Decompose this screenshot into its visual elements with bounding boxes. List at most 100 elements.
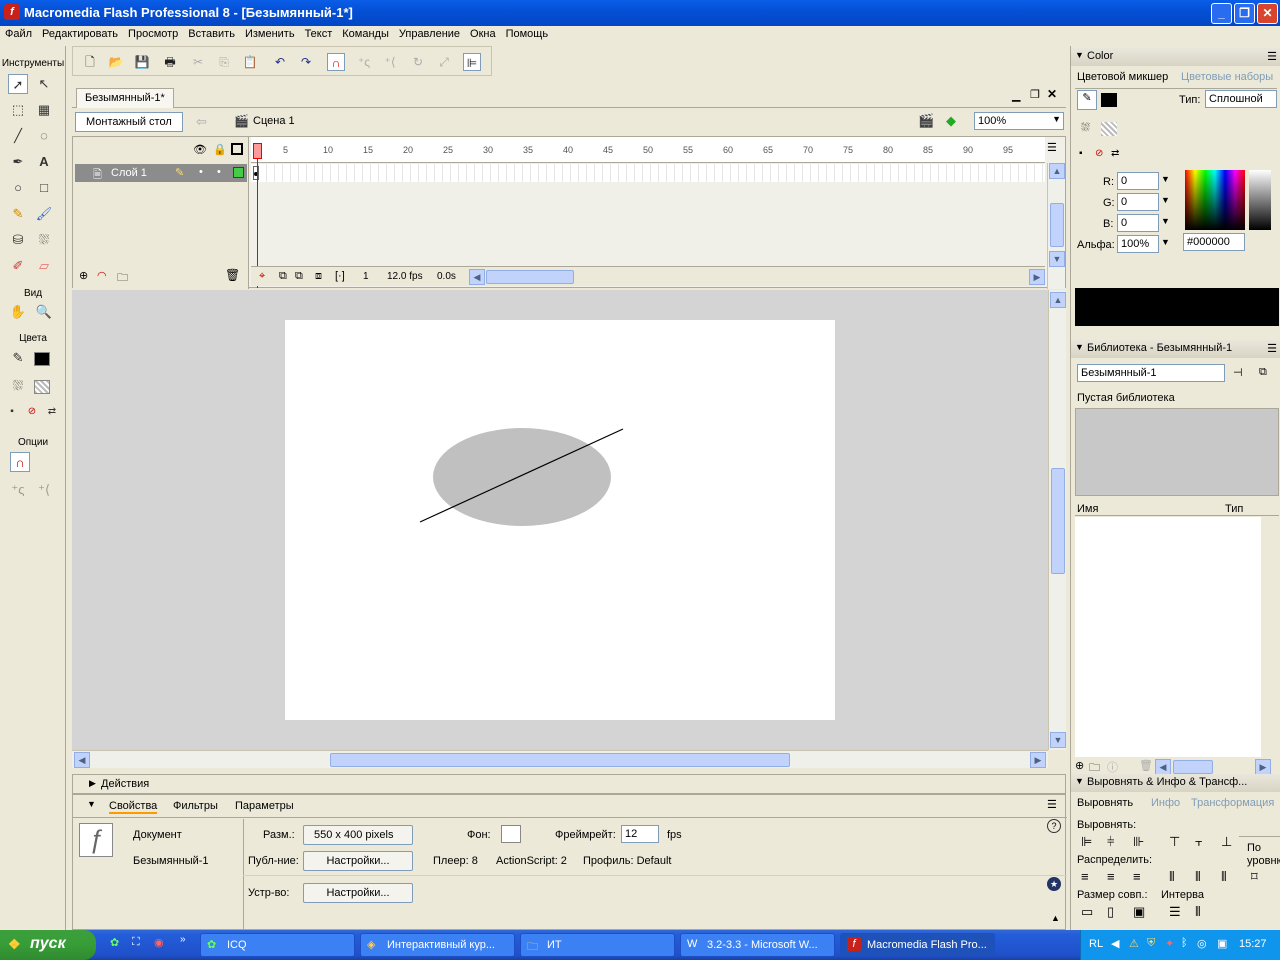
edit-multiple-icon[interactable]: ⧈ [315, 270, 322, 283]
add-guide-icon[interactable]: ◠ [97, 269, 107, 282]
timeline-hscroll-thumb[interactable] [486, 270, 574, 284]
chevron-down-icon[interactable]: ▼ [1161, 216, 1170, 226]
align-left-icon[interactable]: ⊫ [1081, 834, 1092, 850]
frame-ruler[interactable]: 5 10 15 20 25 30 35 40 45 50 55 60 65 70… [251, 137, 1045, 163]
paint-bucket-icon[interactable]: ⛆ [34, 230, 54, 250]
start-button[interactable]: ❖ пуск [0, 930, 96, 960]
bluetooth-icon[interactable]: ᛒ [1181, 937, 1188, 949]
collapse-up-icon[interactable]: ▲ [1051, 913, 1060, 923]
match-both-icon[interactable]: ▣ [1133, 904, 1145, 920]
task-word[interactable]: W 3.2-3.3 - Microsoft W... [680, 933, 835, 957]
hand-tool-icon[interactable]: ✋ [8, 302, 28, 322]
outline-color-icon[interactable] [233, 167, 244, 178]
space-horizontal-icon[interactable]: ⦀ [1195, 904, 1201, 920]
network-icon[interactable]: ◎ [1197, 937, 1207, 950]
fill-color-icon[interactable]: ⛆ [8, 376, 28, 396]
new-library-icon[interactable]: ⧉ [1259, 366, 1267, 379]
scroll-left-icon[interactable]: ◀ [74, 752, 90, 768]
layer-row[interactable]: 🗎 Слой 1 ✎ • • [75, 164, 247, 182]
chevron-down-icon[interactable]: ▼ [1161, 237, 1170, 247]
publish-settings-button[interactable]: Настройки... [303, 851, 413, 871]
align-top-icon[interactable]: ⊤ [1169, 834, 1180, 850]
eye-icon[interactable]: 👁 [193, 143, 207, 156]
distribute-hcenter-icon[interactable]: ⦀ [1195, 869, 1201, 885]
size-button[interactable]: 550 x 400 pixels [303, 825, 413, 845]
align-bottom-icon[interactable]: ⊥ [1221, 834, 1232, 850]
scroll-up-icon[interactable]: ▲ [1049, 163, 1065, 179]
tab-parameters[interactable]: Параметры [235, 800, 294, 812]
quicklaunch-more-icon[interactable]: » [180, 934, 186, 945]
align-vcenter-icon[interactable]: ⫟ [1195, 834, 1203, 850]
hex-input[interactable]: #000000 [1183, 233, 1245, 251]
stroke-pencil-icon[interactable]: ✎ [1077, 90, 1097, 110]
ink-bottle-icon[interactable]: ⛁ [8, 230, 28, 250]
menu-control[interactable]: Управление [394, 26, 465, 40]
delete-layer-icon[interactable]: 🗑 [225, 268, 240, 282]
quicklaunch-icon[interactable]: ⛶ [132, 936, 140, 949]
menu-insert[interactable]: Вставить [183, 26, 240, 40]
doc-minimize-icon[interactable]: ▁ [1012, 89, 1020, 102]
edit-scene-icon[interactable]: 🎬 [918, 113, 934, 129]
save-icon[interactable]: 💾 [133, 53, 151, 71]
minimize-button[interactable]: _ [1211, 3, 1232, 24]
task-flash[interactable]: f Macromedia Flash Pro... [840, 933, 995, 957]
menu-commands[interactable]: Команды [337, 26, 394, 40]
pin-icon[interactable]: ⊣ [1233, 366, 1243, 379]
col-type[interactable]: Тип [1225, 503, 1243, 515]
cut-icon[interactable]: ✂ [189, 53, 207, 71]
snap-magnet-icon[interactable]: ∩ [10, 452, 30, 472]
tab-properties[interactable]: Свойства [109, 800, 158, 814]
playhead[interactable] [253, 143, 262, 159]
frame-row[interactable] [251, 164, 1045, 182]
open-file-icon[interactable]: 📂 [107, 53, 125, 71]
task-course[interactable]: ◈ Интерактивный кур... [360, 933, 515, 957]
back-arrow-icon[interactable]: ⇦ [196, 114, 207, 130]
tab-color-swatches[interactable]: Цветовые наборы [1181, 71, 1273, 83]
straighten-toolbar-icon[interactable]: ⁺⟨ [381, 53, 399, 71]
onion-skin-icon[interactable]: ⧉ [279, 270, 287, 283]
oval-tool-icon[interactable]: ○ [8, 178, 28, 198]
color-spectrum[interactable] [1185, 170, 1245, 230]
scroll-right-icon[interactable]: ▶ [1029, 269, 1045, 285]
fill-color-swatch[interactable] [34, 380, 50, 394]
center-frame-icon[interactable]: ⌖ [259, 270, 265, 283]
menu-file[interactable]: Файл [0, 26, 37, 40]
bg-color-swatch[interactable] [501, 825, 521, 843]
stage-vscroll[interactable]: ▲ ▼ [1048, 290, 1066, 750]
menu-window[interactable]: Окна [465, 26, 501, 40]
scroll-right-icon[interactable]: ▶ [1030, 752, 1046, 768]
tab-filters[interactable]: Фильтры [173, 800, 218, 812]
g-input[interactable]: 0 [1117, 193, 1159, 211]
tab-color-mixer[interactable]: Цветовой микшер [1077, 71, 1168, 83]
panel-menu-icon[interactable]: ☰ [1047, 798, 1057, 811]
pen-tool-icon[interactable]: ✒ [8, 152, 28, 172]
align-icon[interactable]: ⊫ [463, 53, 481, 71]
eraser-icon[interactable]: ▱ [34, 256, 54, 276]
scroll-down-icon[interactable]: ▼ [1050, 732, 1066, 748]
copy-icon[interactable]: ⎘ [215, 53, 233, 71]
doc-restore-icon[interactable]: ❐ [1030, 88, 1040, 101]
library-list[interactable] [1075, 517, 1261, 757]
task-folder[interactable]: 🗀 ИТ [520, 933, 675, 957]
library-selector[interactable]: Безымянный-1 [1077, 364, 1225, 382]
pencil-tool-icon[interactable]: ✎ [8, 204, 28, 224]
visibility-dot-icon[interactable]: • [199, 166, 203, 178]
menu-text[interactable]: Текст [300, 26, 338, 40]
ellipse-shape[interactable] [433, 428, 611, 526]
lock-dot-icon[interactable]: • [217, 166, 221, 178]
black-white-icon[interactable]: ▪ [1079, 148, 1083, 159]
stage[interactable] [285, 320, 835, 720]
fill-bucket-icon[interactable]: ⛆ [1081, 122, 1090, 135]
close-button[interactable]: ✕ [1257, 3, 1278, 24]
opera-icon[interactable]: ◉ [154, 936, 164, 949]
lock-icon[interactable]: 🔒 [213, 143, 227, 156]
insert-layer-icon[interactable]: ⊕ [79, 269, 88, 282]
align-panel-header[interactable]: ▼ Выровнять & Инфо & Трансф... [1071, 774, 1280, 792]
scroll-left-icon[interactable]: ◀ [469, 269, 485, 285]
space-vertical-icon[interactable]: ☰ [1169, 904, 1181, 920]
stage-hscroll-thumb[interactable] [330, 753, 790, 767]
arrow-tool-icon[interactable]: ➚ [8, 74, 28, 94]
stroke-swatch[interactable] [1101, 93, 1117, 107]
outline-icon[interactable] [231, 143, 243, 155]
accessibility-icon[interactable]: ★ [1047, 877, 1061, 891]
